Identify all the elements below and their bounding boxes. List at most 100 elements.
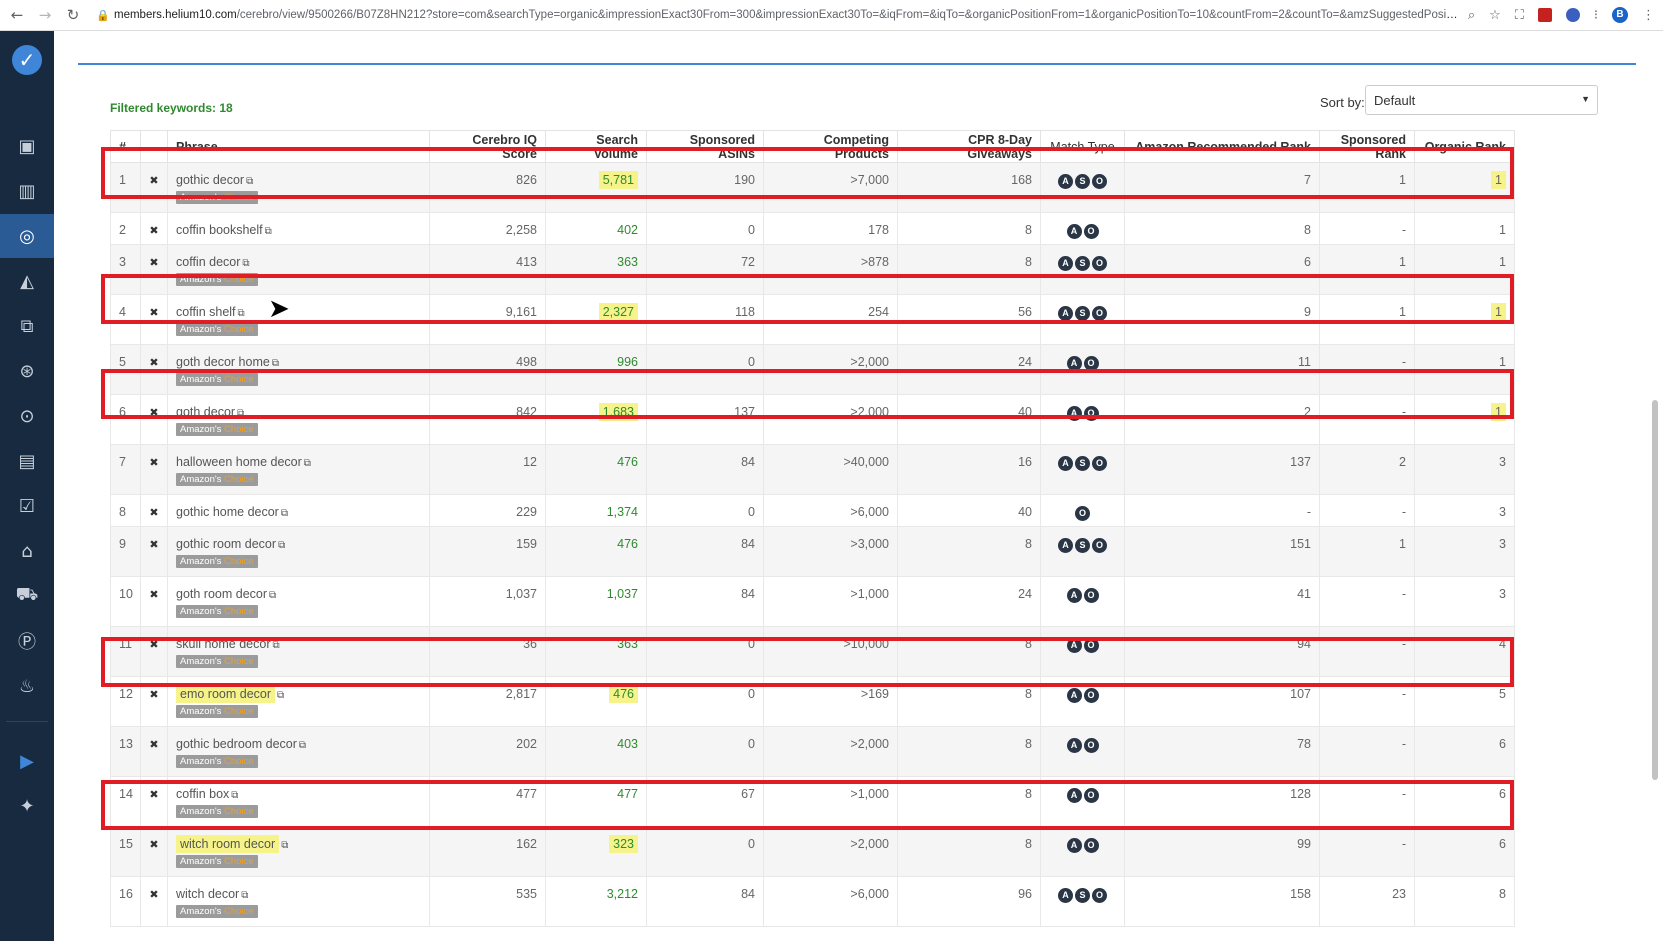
external-link-icon[interactable]: ⧉ (269, 590, 276, 601)
row-index: 9 (110, 526, 141, 577)
back-icon[interactable]: ← (8, 6, 26, 24)
checklist-icon[interactable]: ☑ (0, 484, 54, 528)
phrase-link[interactable]: gothic bedroom decor (176, 737, 297, 751)
col-competing-products-header[interactable]: Competing Products (763, 130, 898, 163)
col-match-type-header[interactable]: Match Type (1040, 130, 1125, 163)
document-icon[interactable]: ▤ (0, 439, 54, 483)
store-icon[interactable]: ⌂ (0, 529, 54, 573)
phrase-cell: gothic room decor ⧉ Amazon's Choice (167, 526, 430, 577)
phrase-link[interactable]: witch room decor (176, 835, 280, 853)
genie-lamp-icon[interactable]: ♨ (0, 664, 54, 708)
delete-icon[interactable]: ✖ (149, 406, 158, 419)
reload-icon[interactable]: ↻ (64, 6, 82, 24)
phrase-link[interactable]: goth decor home (176, 355, 270, 369)
iq-score-cell: 202 (429, 726, 546, 777)
phrase-link[interactable]: gothic home decor (176, 505, 279, 519)
external-link-icon[interactable]: ⧉ (281, 508, 288, 519)
sponsored-rank-cell: 1 (1319, 526, 1415, 577)
sort-by-select[interactable]: Default ▼ (1365, 85, 1598, 115)
delete-icon[interactable]: ✖ (149, 224, 158, 237)
phrase-link[interactable]: goth room decor (176, 587, 267, 601)
delete-icon[interactable]: ✖ (149, 356, 158, 369)
address-bar[interactable]: members.helium10.com/cerebro/view/950026… (114, 9, 1458, 21)
area-chart-icon[interactable]: ◭ (0, 259, 54, 303)
p-circle-icon[interactable]: Ⓟ (0, 619, 54, 663)
keyword-research-icon[interactable]: ◎ (0, 214, 54, 258)
phrase-link[interactable]: gothic room decor (176, 537, 276, 551)
phrase-link[interactable]: gothic decor (176, 173, 244, 187)
helium10-logo-icon[interactable]: ✓ (12, 45, 42, 75)
external-link-icon[interactable]: ⧉ (272, 358, 279, 369)
col-amazon-rank-header[interactable]: Amazon Recommended Rank (1124, 130, 1320, 163)
extension-red-icon[interactable] (1537, 8, 1552, 22)
operations-icon[interactable]: ⊛ (0, 349, 54, 393)
phrase-link[interactable]: witch decor (176, 887, 239, 901)
play-icon[interactable]: ▶ (0, 739, 54, 783)
zoom-icon[interactable]: ⌕ (1468, 8, 1475, 23)
external-link-icon[interactable]: ⧉ (277, 690, 284, 701)
row-index: 2 (110, 212, 141, 245)
external-link-icon[interactable]: ⧉ (281, 840, 288, 851)
delete-icon[interactable]: ✖ (149, 456, 158, 469)
delete-icon[interactable]: ✖ (149, 588, 158, 601)
truck-icon[interactable]: ⛟ (0, 574, 54, 618)
sponsored-asins-cell: 84 (646, 576, 764, 627)
external-link-icon[interactable]: ⧉ (231, 790, 238, 801)
page-scrollbar[interactable] (1652, 400, 1658, 780)
col-delete-header[interactable] (140, 130, 168, 163)
menu-dots-icon[interactable]: ⋮ (1642, 8, 1655, 23)
phrase-link[interactable]: skull home decor (176, 637, 271, 651)
external-link-icon[interactable]: ⧉ (246, 176, 253, 187)
delete-icon[interactable]: ✖ (149, 538, 158, 551)
extension-icon[interactable]: ⛶ (1515, 8, 1524, 23)
bookmark-star-icon[interactable]: ☆ (1489, 8, 1501, 23)
delete-icon[interactable]: ✖ (149, 256, 158, 269)
extension-blue-icon[interactable] (1565, 8, 1580, 22)
external-link-icon[interactable]: ⧉ (273, 640, 280, 651)
product-research-icon[interactable]: ▣ (0, 124, 54, 168)
phrase-link[interactable]: coffin bookshelf (176, 223, 263, 237)
delete-icon[interactable]: ✖ (149, 306, 158, 319)
phrase-link[interactable]: coffin decor (176, 255, 240, 269)
phrase-link[interactable]: emo room decor (176, 685, 276, 703)
phrase-wrap: halloween home decor ⧉ Amazon's Choice (176, 455, 421, 486)
col-index-header[interactable]: # (110, 130, 141, 163)
phrase-link[interactable]: halloween home decor (176, 455, 302, 469)
delete-icon[interactable]: ✖ (149, 738, 158, 751)
delete-icon[interactable]: ✖ (149, 888, 158, 901)
profile-avatar[interactable]: B (1612, 7, 1628, 23)
analytics-bars-icon[interactable]: ▥ (0, 169, 54, 213)
checkmark-circle-icon[interactable]: ⊙ (0, 394, 54, 438)
external-link-icon[interactable]: ⧉ (238, 308, 245, 319)
col-organic-rank-header[interactable]: Organic Rank (1414, 130, 1515, 163)
sponsored-asins-cell: 67 (646, 776, 764, 827)
external-link-icon[interactable]: ⧉ (278, 540, 285, 551)
external-link-icon[interactable]: ⧉ (265, 226, 272, 237)
badge-text-accent: Choice (224, 706, 254, 717)
delete-icon[interactable]: ✖ (149, 788, 158, 801)
puzzle-icon[interactable]: ⁝ (1594, 8, 1598, 23)
col-iq-score-header[interactable]: Cerebro IQ Score (429, 130, 546, 163)
delete-icon[interactable]: ✖ (149, 506, 158, 519)
phrase-link[interactable]: coffin box (176, 787, 229, 801)
col-sponsored-rank-header[interactable]: Sponsored Rank (1319, 130, 1415, 163)
delete-icon[interactable]: ✖ (149, 638, 158, 651)
external-link-icon[interactable]: ⧉ (241, 890, 248, 901)
delete-icon[interactable]: ✖ (149, 174, 158, 187)
forward-icon[interactable]: → (36, 6, 54, 24)
external-link-icon[interactable]: ⧉ (242, 258, 249, 269)
listing-builder-icon[interactable]: ⧉ (0, 304, 54, 348)
delete-icon[interactable]: ✖ (149, 838, 158, 851)
col-sponsored-asins-header[interactable]: Sponsored ASINs (646, 130, 764, 163)
pin-icon[interactable]: ✦ (0, 784, 54, 828)
external-link-icon[interactable]: ⧉ (299, 740, 306, 751)
col-search-volume-header[interactable]: Search Volume (545, 130, 647, 163)
external-link-icon[interactable]: ⧉ (237, 408, 244, 419)
phrase-link[interactable]: coffin shelf (176, 305, 236, 319)
external-link-icon[interactable]: ⧉ (304, 458, 311, 469)
col-phrase-header[interactable]: Phrase (167, 130, 430, 163)
row-index: 5 (110, 344, 141, 395)
phrase-link[interactable]: goth decor (176, 405, 235, 419)
col-cpr-header[interactable]: CPR 8-Day Giveaways (897, 130, 1041, 163)
delete-icon[interactable]: ✖ (149, 688, 158, 701)
